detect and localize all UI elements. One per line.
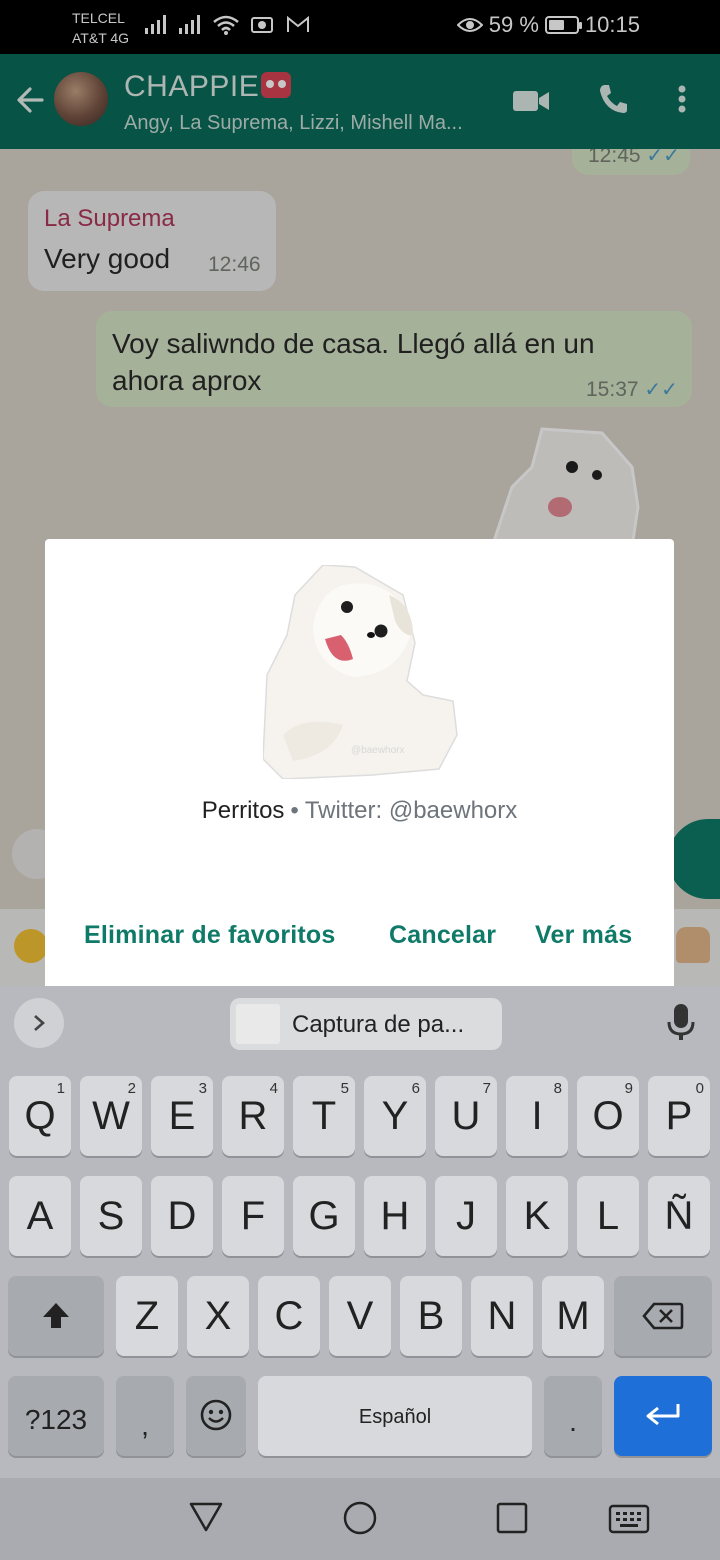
key-y[interactable]: Y6 [364,1076,426,1156]
key-label: I [531,1094,543,1138]
navigation-bar [0,1478,720,1560]
sticker-dialog: @baewhorx Perritos • Twitter: @baewhorx El… [45,539,674,991]
key-w[interactable]: W2 [80,1076,142,1156]
key-hint-number: 3 [198,1080,207,1097]
key-q[interactable]: Q1 [9,1076,71,1156]
key-x[interactable]: X [187,1276,249,1356]
symbols-key[interactable]: ?123 [8,1376,104,1456]
microphone-icon[interactable] [666,1002,696,1042]
key-label: Y [381,1094,409,1138]
key-e[interactable]: E3 [151,1076,213,1156]
key-label: C [274,1294,304,1338]
keyboard: Captura de pa... ?123 , Español . Q1W2E3… [0,986,720,1478]
key-label: Ñ [664,1194,694,1238]
keyboard-switch-icon[interactable] [608,1504,650,1534]
key-label: L [596,1194,620,1238]
key-m[interactable]: M [542,1276,604,1356]
key-b[interactable]: B [400,1276,462,1356]
enter-key[interactable] [614,1376,712,1456]
period-key[interactable]: . [544,1376,602,1456]
key-hint-number: 6 [411,1080,420,1097]
key-label: K [523,1194,551,1238]
pack-author: Twitter: @baewhorx [304,797,518,824]
key-label: U [451,1094,481,1138]
clipboard-text: Captura de pa... [292,1011,465,1038]
key-label: S [97,1194,125,1238]
key-f[interactable]: F [222,1176,284,1256]
key-s[interactable]: S [80,1176,142,1256]
key-t[interactable]: T5 [293,1076,355,1156]
key-label: R [238,1094,268,1138]
key-u[interactable]: U7 [435,1076,497,1156]
sticker-pack-info: Perritos • Twitter: @baewhorx [45,797,674,825]
sticker-watermark: @baewhorx [351,745,405,756]
key-label: M [556,1294,590,1338]
emoji-key[interactable] [186,1376,246,1456]
clipboard-suggestion[interactable]: Captura de pa... [230,998,502,1050]
key-label: P [665,1094,693,1138]
backspace-icon [642,1302,684,1330]
key-o[interactable]: O9 [577,1076,639,1156]
key-label: W [92,1094,130,1138]
key-label: F [240,1194,266,1238]
back-nav-icon[interactable] [188,1500,224,1534]
key-ñ[interactable]: Ñ [648,1176,710,1256]
key-n[interactable]: N [471,1276,533,1356]
sticker-preview: @baewhorx [263,565,458,779]
key-label: X [204,1294,232,1338]
key-h[interactable]: H [364,1176,426,1256]
key-label: B [417,1294,445,1338]
key-i[interactable]: I8 [506,1076,568,1156]
space-key[interactable]: Español [258,1376,532,1456]
key-label: N [487,1294,517,1338]
key-hint-number: 2 [127,1080,136,1097]
home-nav-icon[interactable] [342,1500,378,1536]
key-hint-number: 0 [695,1080,704,1097]
key-label: D [167,1194,197,1238]
chevron-right-icon [34,1015,45,1031]
remove-from-favorites-button[interactable]: Eliminar de favoritos [84,921,336,950]
key-k[interactable]: K [506,1176,568,1256]
expand-toolbar-button[interactable] [14,998,64,1048]
key-hint-number: 4 [269,1080,278,1097]
key-label: T [311,1094,337,1138]
key-a[interactable]: A [9,1176,71,1256]
key-label: J [456,1194,476,1238]
key-j[interactable]: J [435,1176,497,1256]
key-l[interactable]: L [577,1176,639,1256]
key-r[interactable]: R4 [222,1076,284,1156]
shift-key[interactable] [8,1276,104,1356]
pack-name: Perritos [201,797,285,824]
key-p[interactable]: P0 [648,1076,710,1156]
separator-dot: • [290,797,299,824]
shift-arrow-icon [43,1303,69,1328]
key-hint-number: 5 [340,1080,349,1097]
key-hint-number: 9 [624,1080,633,1097]
key-label: O [592,1094,624,1138]
key-label: V [346,1294,374,1338]
see-more-button[interactable]: Ver más [535,921,632,950]
key-z[interactable]: Z [116,1276,178,1356]
key-label: Z [134,1294,160,1338]
key-hint-number: 7 [482,1080,491,1097]
key-hint-number: 1 [56,1080,65,1097]
key-label: G [308,1194,340,1238]
key-label: E [168,1094,196,1138]
key-c[interactable]: C [258,1276,320,1356]
comma-key[interactable]: , [116,1376,174,1456]
clipboard-thumbnail [236,1004,280,1044]
key-g[interactable]: G [293,1176,355,1256]
recents-nav-icon[interactable] [496,1502,528,1534]
enter-arrow-icon [646,1404,680,1426]
key-label: H [380,1194,410,1238]
smiley-icon [200,1399,232,1431]
backspace-key[interactable] [614,1276,712,1356]
cancel-button[interactable]: Cancelar [389,921,496,950]
key-hint-number: 8 [553,1080,562,1097]
key-label: A [26,1194,54,1238]
keyboard-toolbar: Captura de pa... [0,986,720,1066]
key-d[interactable]: D [151,1176,213,1256]
key-label: Q [24,1094,56,1138]
key-v[interactable]: V [329,1276,391,1356]
